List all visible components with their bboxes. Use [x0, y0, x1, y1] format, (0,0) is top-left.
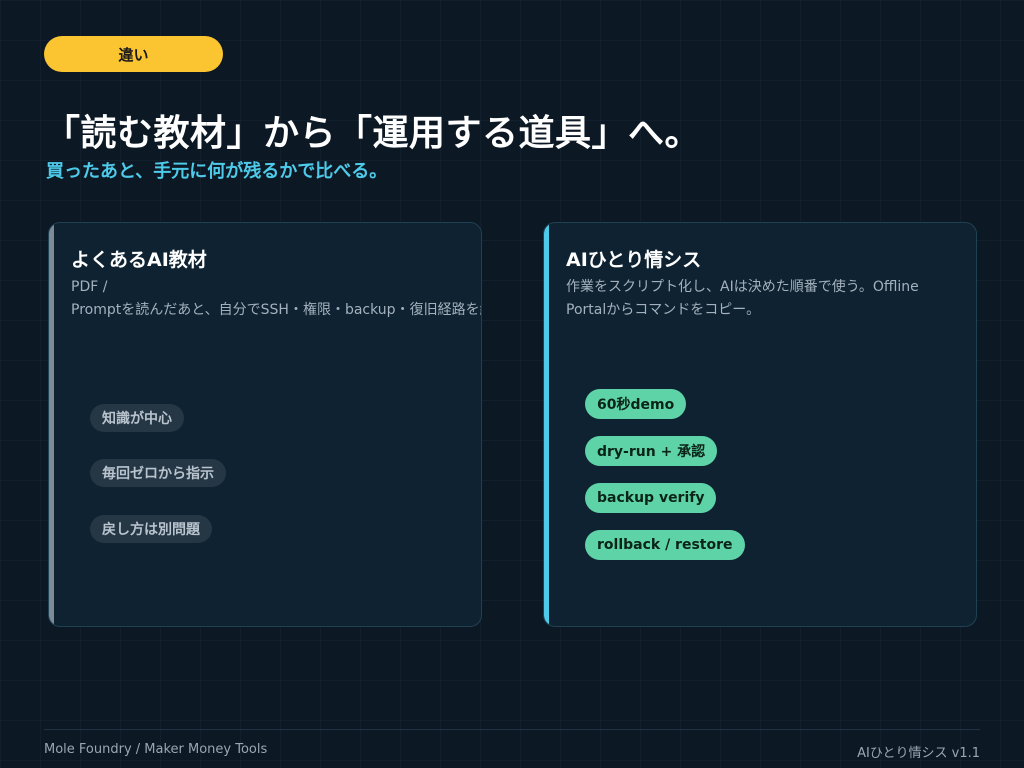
feature-tag: rollback / restore [585, 530, 745, 560]
comparison-card-typical: よくあるAI教材 PDF / Promptを読んだあと、自分でSSH・権限・ba… [48, 222, 482, 627]
card-description-line: Promptを読んだあと、自分でSSH・権限・backup・復旧経路を組み [71, 302, 482, 318]
feature-tag: 知識が中心 [90, 404, 184, 432]
feature-tag: 戻し方は別問題 [90, 515, 212, 543]
page-subtitle: 買ったあと、手元に何が残るかで比べる。 [46, 161, 388, 182]
card-title: AIひとり情シス [566, 249, 702, 271]
feature-tag: 毎回ゼロから指示 [90, 459, 226, 487]
card-description-line: Portalからコマンドをコピー。 [566, 302, 761, 318]
footer-version: AIひとり情シス v1.1 [857, 746, 980, 761]
page-title: 「読む教材」から「運用する道具」へ。 [44, 113, 702, 154]
card-accent-bar [49, 223, 54, 626]
footer-divider [44, 729, 980, 730]
card-title: よくあるAI教材 [71, 249, 207, 271]
card-description-line: 作業をスクリプト化し、AIは決めた順番で使う。Offline [566, 279, 919, 295]
feature-tag: 60秒demo [585, 389, 687, 419]
feature-tag: backup verify [585, 483, 717, 513]
comparison-card-product: AIひとり情シス 作業をスクリプト化し、AIは決めた順番で使う。Offline … [543, 222, 977, 627]
card-description: 作業をスクリプト化し、AIは決めた順番で使う。Offline Portalからコ… [566, 276, 966, 322]
card-accent-bar [544, 223, 549, 626]
card-description: PDF / Promptを読んだあと、自分でSSH・権限・backup・復旧経路… [71, 276, 482, 322]
section-badge: 違い [44, 36, 223, 72]
feature-tag: dry-run + 承認 [585, 436, 718, 466]
footer-brand: Mole Foundry / Maker Money Tools [44, 742, 268, 757]
card-description-line: PDF / [71, 279, 108, 295]
